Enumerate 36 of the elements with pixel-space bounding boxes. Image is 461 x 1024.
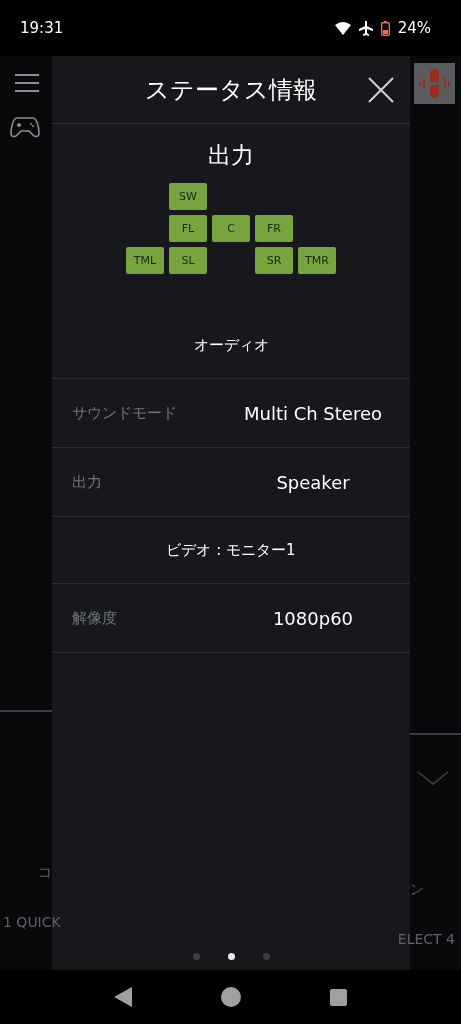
background-text: 1 QUICK (3, 914, 61, 930)
speaker-channel: SR (255, 247, 293, 274)
recents-icon[interactable] (329, 988, 347, 1006)
setting-label: 出力 (72, 472, 103, 492)
section-header: オーディオ (52, 312, 410, 379)
background-text: コ (38, 864, 52, 882)
page-dot[interactable] (262, 953, 270, 960)
setting-label: サウンドモード (72, 403, 178, 423)
speaker-channel: TML (126, 247, 164, 274)
wifi-icon (334, 21, 351, 35)
airplane-icon (358, 20, 373, 36)
speaker-channel: FR (255, 215, 293, 242)
battery-percent: 24% (397, 19, 431, 37)
setting-value: Speaker (275, 471, 351, 493)
battery-icon (380, 20, 390, 36)
gamepad-icon[interactable] (10, 116, 40, 138)
close-button[interactable] (366, 75, 396, 105)
dialog-title: ステータス情報 (145, 74, 317, 106)
setting-value: 1080p60 (271, 607, 355, 629)
speaker-channel: FL (169, 215, 207, 242)
background-text: ン (410, 881, 424, 899)
setting-value: Multi Ch Stereo (242, 402, 384, 424)
page-dot[interactable] (227, 953, 235, 960)
speaker-channel: TMR (298, 247, 336, 274)
speaker-channel: SL (169, 247, 207, 274)
page-dot[interactable] (192, 953, 200, 960)
section-header: ビデオ : モニター1 (52, 517, 410, 584)
menu-icon[interactable] (15, 74, 39, 92)
clock: 19:31 (20, 19, 64, 37)
setting-label: 解像度 (72, 608, 118, 628)
speaker-channel: C (212, 215, 250, 242)
back-icon[interactable] (114, 987, 133, 1007)
speaker-channel: SW (169, 183, 207, 210)
section-title: 出力 (207, 141, 255, 170)
home-icon[interactable] (221, 987, 241, 1007)
background-text: ELECT 4 (397, 931, 455, 947)
